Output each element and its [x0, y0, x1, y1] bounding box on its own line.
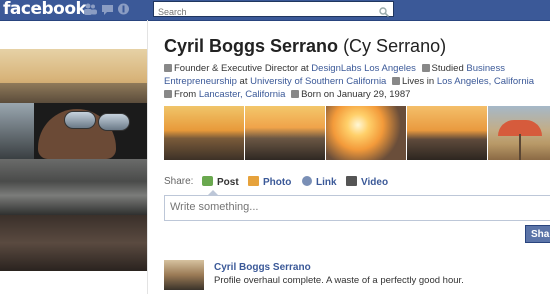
profile-info: Founder & Executive Director at DesignLa… [164, 62, 550, 101]
profile-photo-strip[interactable] [0, 49, 147, 271]
friend-requests-icon[interactable] [84, 3, 97, 15]
profile-full-name: Cyril Boggs Serrano [164, 36, 339, 56]
recent-photo-4[interactable] [407, 106, 488, 160]
recent-photo-1[interactable] [164, 106, 245, 160]
composer-box [164, 195, 550, 221]
lives-link[interactable]: Los Angeles, California [437, 76, 534, 87]
share-video-tab[interactable]: Video [346, 176, 388, 188]
post-icon [202, 176, 213, 186]
story-text: Profile overhaul complete. A waste of a … [214, 275, 464, 286]
share-link-tab[interactable]: Link [302, 176, 337, 188]
home-icon [391, 77, 400, 85]
share-link-label: Link [316, 177, 337, 188]
photo-icon [248, 176, 259, 186]
share-photo-label: Photo [263, 177, 292, 188]
search-icon[interactable] [379, 4, 390, 22]
column-divider [147, 20, 148, 294]
study-at: at [239, 76, 248, 87]
from-link[interactable]: Lancaster, California [199, 89, 286, 100]
share-post-tab[interactable]: Post [202, 176, 239, 188]
search-box [153, 1, 394, 19]
from-prefix: From [174, 89, 197, 100]
pin-icon [164, 90, 172, 98]
share-button[interactable]: Sha [525, 225, 550, 243]
profile-alternate-name: (Cy Serrano) [343, 36, 447, 56]
story-author-link[interactable]: Cyril Boggs Serrano [214, 262, 311, 273]
video-icon [346, 176, 357, 186]
recent-photo-3[interactable] [326, 106, 407, 160]
work-link[interactable]: DesignLabs Los Angeles [311, 63, 416, 74]
messages-icon[interactable] [101, 3, 114, 15]
share-video-label: Video [361, 177, 389, 188]
share-bar: Share: Post Photo Link Video [164, 176, 388, 188]
work-prefix: Founder & Executive Director at [174, 63, 309, 74]
calendar-icon [291, 90, 300, 98]
study-link-school[interactable]: University of Southern California [250, 76, 386, 87]
share-photo-tab[interactable]: Photo [248, 176, 291, 188]
share-label: Share: [164, 176, 194, 187]
briefcase-icon [164, 64, 172, 72]
lives-prefix: Lives in [401, 76, 435, 87]
recent-photo-2[interactable] [245, 106, 326, 160]
study-prefix: Studied [431, 63, 464, 74]
story-author-photo[interactable] [164, 260, 204, 290]
facebook-logo[interactable]: facebook [3, 0, 87, 19]
profile-name: Cyril Boggs Serrano (Cy Serrano) [164, 36, 446, 57]
share-post-label: Post [217, 177, 239, 188]
status-input[interactable] [165, 196, 535, 218]
search-input[interactable] [154, 4, 368, 19]
recent-photos [164, 106, 550, 160]
graduation-cap-icon [421, 64, 430, 72]
profile-photo-beach [0, 215, 147, 271]
born-text: Born on January 29, 1987 [301, 89, 411, 100]
profile-photo-sunset [0, 49, 147, 103]
top-bar: facebook [0, 0, 550, 21]
profile-photo-ocean [0, 159, 147, 215]
profile-photo-portrait [0, 103, 147, 159]
notifications-icon[interactable] [117, 3, 130, 15]
link-icon [302, 176, 312, 186]
recent-photo-5[interactable] [488, 106, 550, 160]
